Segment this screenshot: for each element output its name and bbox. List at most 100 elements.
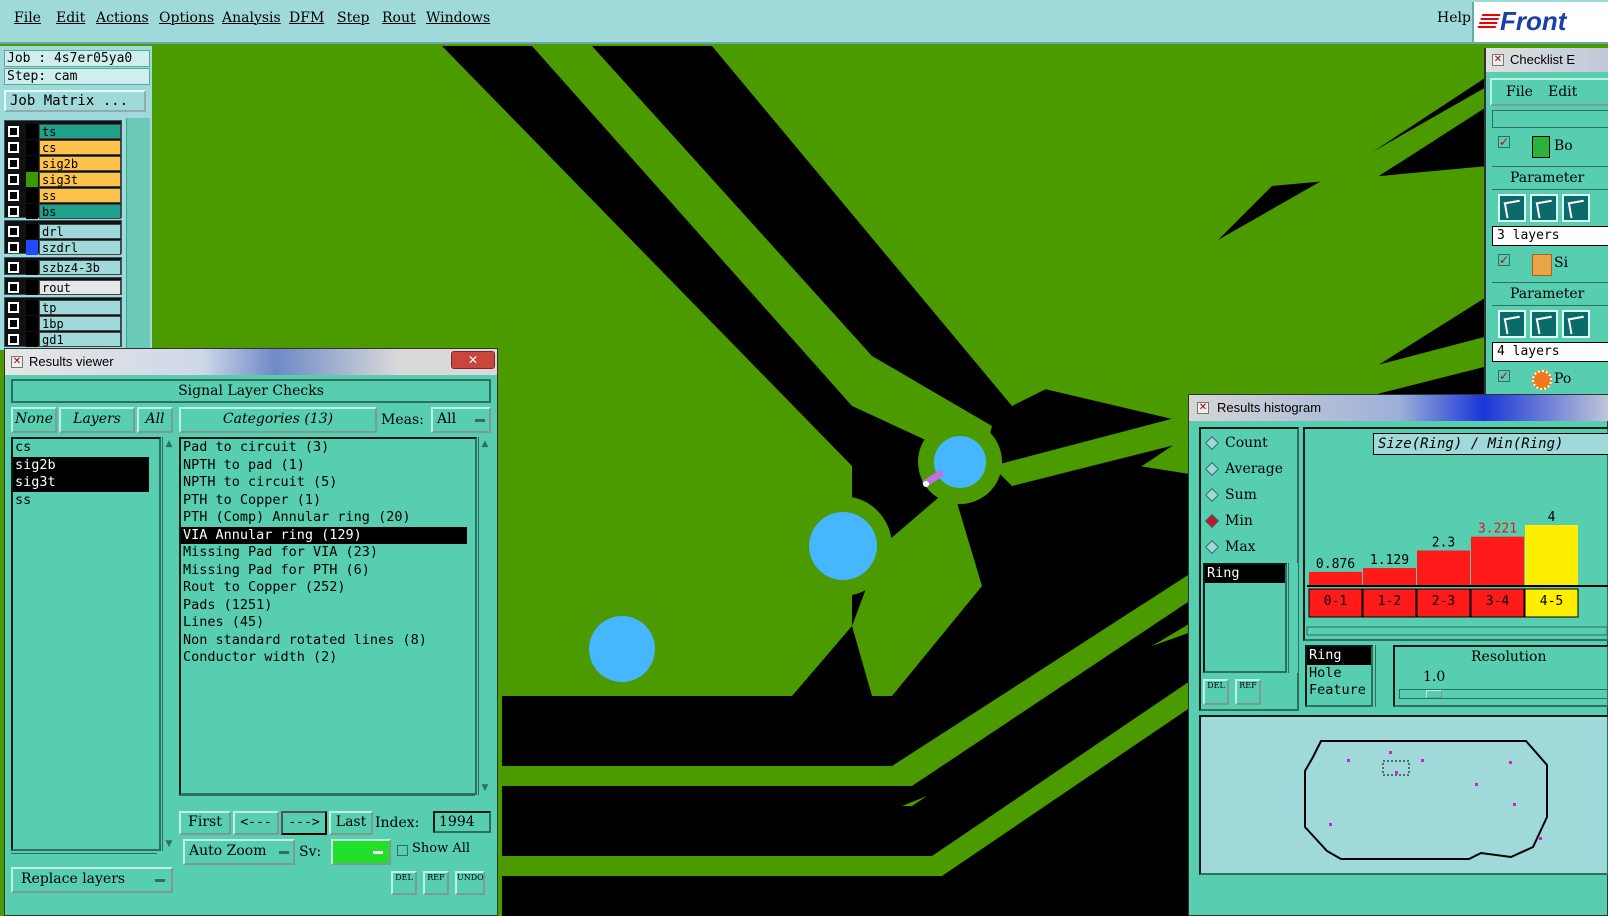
- by-list-item[interactable]: Feature: [1307, 682, 1371, 700]
- menu-help[interactable]: Help: [1437, 10, 1471, 26]
- radio-diamond-icon[interactable]: [1204, 435, 1220, 451]
- show-all-checkbox[interactable]: [397, 845, 408, 856]
- layer-row-sig2b[interactable]: sig2b: [6, 156, 122, 171]
- layer-name[interactable]: tp: [39, 300, 121, 315]
- layer-name[interactable]: ss: [39, 188, 121, 203]
- field-list-vscroll[interactable]: [1288, 563, 1298, 673]
- layer-checkbox[interactable]: [8, 142, 19, 153]
- window-menu-icon[interactable]: ✕: [1197, 402, 1209, 414]
- via-drill-3[interactable]: [589, 616, 655, 682]
- layers-toggle-button[interactable]: Layers: [59, 407, 135, 433]
- menu-dfm[interactable]: DFM: [289, 10, 324, 26]
- category-list-item[interactable]: Non standard rotated lines (8): [181, 632, 467, 650]
- layers-all-button[interactable]: All: [137, 407, 173, 433]
- layer-checkbox[interactable]: [8, 242, 19, 253]
- results-viewer-titlebar[interactable]: ✕ Results viewer: [5, 349, 497, 375]
- layer-row-gd1[interactable]: gd1: [6, 332, 122, 347]
- layer-row-rout[interactable]: rout: [6, 280, 122, 295]
- layer-checkbox[interactable]: [8, 206, 19, 217]
- auto-zoom-dropdown[interactable]: Auto Zoom: [183, 839, 295, 865]
- via-drill-1[interactable]: [934, 436, 986, 488]
- edit-action-icon[interactable]: [1530, 310, 1558, 338]
- layer-name[interactable]: gd1: [39, 332, 121, 347]
- edit-action-icon[interactable]: [1530, 194, 1558, 222]
- category-list[interactable]: Pad to circuit (3) NPTH to pad (1) NPTH to…: [179, 437, 477, 795]
- menu-edit[interactable]: Edit: [56, 10, 85, 26]
- layer-checkbox[interactable]: [8, 126, 19, 137]
- histogram-bar[interactable]: [1363, 568, 1416, 585]
- menu-options[interactable]: Options: [159, 10, 214, 26]
- scroll-up-icon[interactable]: ▲: [164, 439, 174, 449]
- layer-name[interactable]: ts: [39, 124, 121, 139]
- layer-row-drl[interactable]: drl: [6, 224, 122, 239]
- category-list-item[interactable]: Pad to circuit (3): [181, 439, 467, 457]
- del-button[interactable]: DEL: [391, 871, 417, 895]
- run-action-icon[interactable]: [1498, 310, 1526, 338]
- layer-row-szbz4-3b[interactable]: szbz4-3b: [6, 260, 122, 275]
- action-1-checkbox[interactable]: ✓: [1498, 136, 1510, 148]
- window-menu-icon[interactable]: ✕: [11, 356, 23, 368]
- checklist-menu-file[interactable]: File: [1506, 84, 1533, 100]
- menu-actions[interactable]: Actions: [96, 10, 149, 26]
- menu-file[interactable]: File: [14, 10, 41, 26]
- layer-name[interactable]: szbz4-3b: [39, 260, 121, 275]
- layer-list-item[interactable]: sig3t: [13, 474, 149, 492]
- radio-diamond-icon[interactable]: [1204, 539, 1220, 555]
- category-list-item[interactable]: Rout to Copper (252): [181, 579, 467, 597]
- layer-checkbox[interactable]: [8, 302, 19, 313]
- layer-row-1bp[interactable]: 1bp: [6, 316, 122, 331]
- menu-rout[interactable]: Rout: [382, 10, 416, 26]
- resolution-slider-thumb[interactable]: [1426, 690, 1442, 698]
- category-list-item[interactable]: VIA Annular ring (129): [181, 526, 467, 544]
- histogram-chart[interactable]: 0.876 0-1 1.129 1-2 2.3 2-3 3.221 3-4 4 4-5: [1305, 429, 1608, 643]
- more-action-icon[interactable]: [1562, 310, 1590, 338]
- menu-analysis[interactable]: Analysis: [222, 10, 281, 26]
- layer-list-vscroll[interactable]: ▲ ▼: [162, 437, 174, 851]
- category-list-item[interactable]: Conductor width (2): [181, 649, 467, 667]
- category-list-item[interactable]: Missing Pad for VIA (23): [181, 544, 467, 562]
- checklist-menu-edit[interactable]: Edit: [1548, 84, 1577, 100]
- replace-layers-dropdown[interactable]: Replace layers: [11, 867, 173, 893]
- resolution-slider[interactable]: [1399, 689, 1608, 699]
- layer-list[interactable]: cs sig2b sig3t ss: [11, 437, 161, 851]
- layers-field-1[interactable]: 3 layers: [1492, 226, 1608, 246]
- mode-radio-sum[interactable]: Sum: [1204, 487, 1257, 503]
- layer-name[interactable]: sig3t: [39, 172, 121, 187]
- layer-row-cs[interactable]: cs: [6, 140, 122, 155]
- layer-row-bs[interactable]: bs: [6, 204, 122, 219]
- layer-name[interactable]: sig2b: [39, 156, 121, 171]
- field-list[interactable]: Ring: [1203, 563, 1287, 673]
- layer-list-item[interactable]: sig2b: [13, 456, 149, 474]
- mode-radio-min[interactable]: Min: [1204, 513, 1253, 529]
- scroll-down-icon[interactable]: ▼: [164, 839, 174, 849]
- radio-diamond-icon[interactable]: [1204, 513, 1220, 529]
- layer-checkbox[interactable]: [8, 226, 19, 237]
- menu-windows[interactable]: Windows: [426, 10, 490, 26]
- categories-button[interactable]: Categories (13): [179, 407, 377, 433]
- job-matrix-button[interactable]: Job Matrix ...: [4, 90, 146, 112]
- ref-button[interactable]: REF: [423, 871, 449, 895]
- layer-name[interactable]: rout: [39, 280, 121, 295]
- layer-row-ss[interactable]: ss: [6, 188, 122, 203]
- layer-checkbox[interactable]: [8, 318, 19, 329]
- close-button[interactable]: ✕: [451, 351, 495, 369]
- results-histogram-titlebar[interactable]: ✕ Results histogram: [1189, 395, 1608, 421]
- histogram-bar[interactable]: [1525, 525, 1578, 585]
- layer-name[interactable]: 1bp: [39, 316, 121, 331]
- layer-name[interactable]: cs: [39, 140, 121, 155]
- hist-ref-button[interactable]: REF: [1235, 679, 1261, 705]
- category-list-item[interactable]: NPTH to circuit (5): [181, 474, 467, 492]
- category-list-item[interactable]: PTH to Copper (1): [181, 492, 467, 510]
- field-item[interactable]: Ring: [1205, 565, 1285, 583]
- category-list-hscroll[interactable]: [179, 795, 475, 807]
- mode-radio-count[interactable]: Count: [1204, 435, 1268, 451]
- category-list-item[interactable]: Pads (1251): [181, 597, 467, 615]
- layer-row-tp[interactable]: tp: [6, 300, 122, 315]
- severity-dropdown[interactable]: [331, 839, 391, 865]
- more-action-icon[interactable]: [1562, 194, 1590, 222]
- layer-row-ts[interactable]: ts: [6, 124, 122, 139]
- radio-diamond-icon[interactable]: [1204, 461, 1220, 477]
- first-button[interactable]: First: [179, 811, 231, 835]
- layer-checkbox[interactable]: [8, 174, 19, 185]
- layer-checkbox[interactable]: [8, 190, 19, 201]
